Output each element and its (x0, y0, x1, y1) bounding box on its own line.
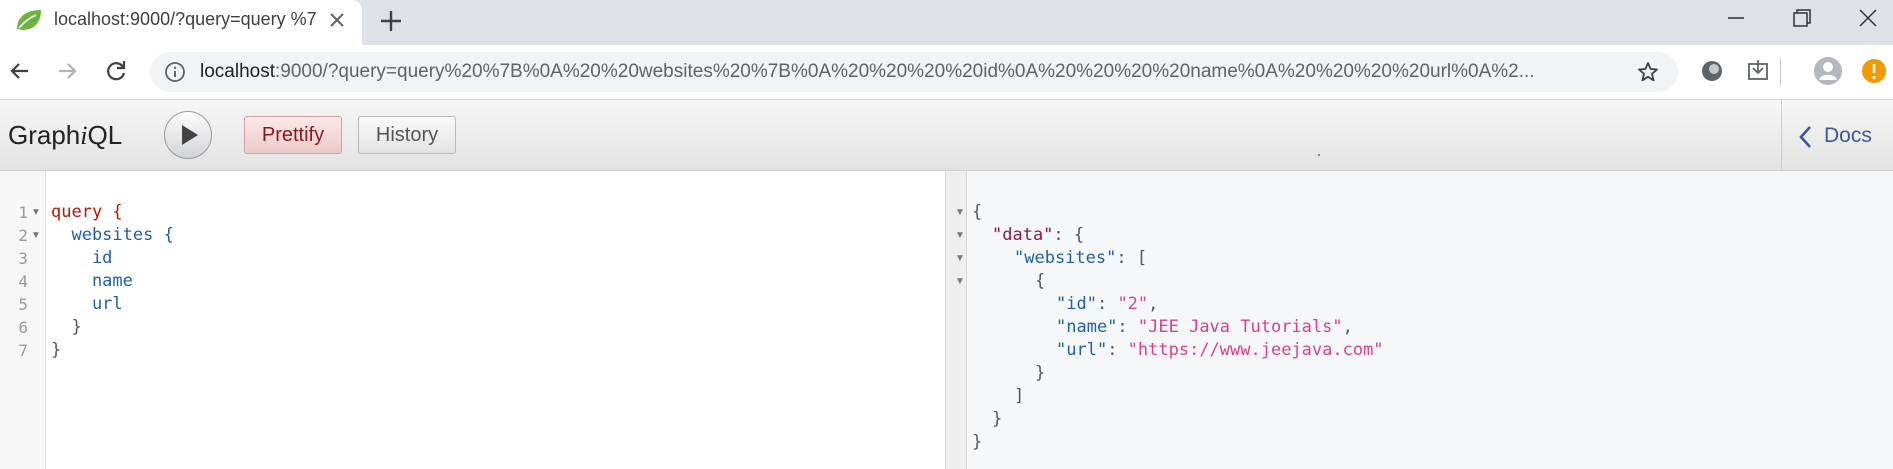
fold-arrow-icon[interactable]: ▼ (955, 247, 965, 270)
fold-arrow-icon[interactable]: ▼ (31, 224, 41, 247)
code-line[interactable]: url (51, 293, 123, 316)
json-brace: } (972, 432, 983, 452)
forward-icon[interactable] (53, 57, 81, 85)
title-part-1: Graph (8, 120, 81, 150)
extension-icon[interactable] (1699, 58, 1725, 84)
json-brace: { (1035, 271, 1046, 291)
line-number: 7 (18, 341, 28, 360)
json-brace: } (1035, 363, 1046, 383)
browser-tab[interactable]: localhost:9000/?query=query %7 (0, 0, 362, 45)
download-icon[interactable] (1745, 58, 1771, 84)
browser-toolbar: localhost:9000/?query=query%20%7B%0A%20%… (0, 45, 1893, 100)
json-line: "name": "JEE Java Tutorials", (1056, 317, 1353, 337)
line-number: 6 (18, 318, 28, 337)
play-icon (182, 125, 198, 145)
reload-icon[interactable] (102, 57, 130, 85)
line-number: 3 (18, 249, 28, 268)
star-icon[interactable] (1636, 60, 1660, 84)
result-viewer: ▼ ▼ ▼ ▼ { "data": { "websites": [ { "id"… (955, 171, 1893, 469)
code-line[interactable]: } (51, 339, 61, 362)
graphiql-topbar: GraphiQL Prettify History Docs (0, 100, 1893, 171)
json-line: "data": { (992, 225, 1085, 245)
json-key-url: "url" (1056, 340, 1108, 360)
restore-icon[interactable] (1790, 6, 1814, 30)
tab-strip: localhost:9000/?query=query %7 (0, 0, 1893, 45)
fold-arrow-icon[interactable]: ▼ (955, 224, 965, 247)
close-icon[interactable] (326, 9, 348, 31)
code-line[interactable]: query { (51, 201, 123, 224)
code-line[interactable]: } (51, 316, 81, 339)
back-icon[interactable] (6, 57, 34, 85)
json-value-url: "https://www.jeejava.com" (1127, 340, 1384, 360)
line-number: 2 (18, 226, 28, 245)
docs-label: Docs (1824, 124, 1872, 147)
address-bar[interactable]: localhost:9000/?query=query%20%7B%0A%20%… (150, 52, 1678, 92)
line-number: 4 (18, 272, 28, 291)
prettify-button[interactable]: Prettify (244, 116, 342, 154)
json-brace: } (992, 409, 1003, 429)
code-line[interactable]: websites { (51, 224, 173, 247)
toolbar-separator (1780, 59, 1781, 85)
title-part-2: i (80, 121, 88, 150)
history-button[interactable]: History (358, 116, 456, 154)
json-key-id: "id" (1056, 294, 1097, 314)
line-number: 1 (18, 203, 28, 222)
json-brace: { (972, 202, 983, 222)
plus-icon[interactable] (378, 8, 404, 34)
title-part-3: QL (87, 120, 123, 150)
fold-arrow-icon[interactable]: ▼ (31, 201, 41, 224)
json-key-websites: "websites" (1014, 248, 1117, 268)
json-value-name: "JEE Java Tutorials" (1137, 317, 1343, 337)
code-line[interactable]: id (51, 247, 112, 270)
line-number-gutter: 1 ▼ 2 ▼ 3 4 5 6 7 (0, 171, 46, 469)
docs-area: Docs (1781, 100, 1893, 170)
execute-query-button[interactable] (164, 111, 212, 159)
tab-title: localhost:9000/?query=query %7 (54, 9, 316, 29)
code-line[interactable]: name (51, 270, 133, 293)
json-line: "id": "2", (1056, 294, 1159, 314)
docs-button[interactable]: Docs (1798, 122, 1888, 150)
fold-arrow-icon[interactable]: ▼ (955, 201, 965, 224)
json-bracket: ] (1014, 386, 1025, 406)
update-icon[interactable] (1861, 58, 1887, 84)
info-icon[interactable] (164, 61, 186, 83)
json-value-id: "2" (1117, 294, 1149, 314)
json-line: "url": "https://www.jeejava.com" (1056, 340, 1384, 360)
fold-arrow-icon[interactable]: ▼ (955, 270, 965, 293)
url-text[interactable]: localhost:9000/?query=query%20%7B%0A%20%… (200, 61, 1610, 83)
stray-dot (1318, 154, 1320, 156)
json-key-name: "name" (1056, 317, 1118, 337)
leaf-favicon-icon (17, 10, 41, 30)
close-window-icon[interactable] (1856, 6, 1880, 30)
json-line: "websites": [ (1014, 248, 1148, 268)
json-key-data: "data" (992, 225, 1054, 245)
graphiql-title: GraphiQL (8, 120, 122, 151)
url-path: :9000/?query=query%20%7B%0A%20%20website… (275, 61, 1535, 82)
line-number: 5 (18, 295, 28, 314)
minimize-icon[interactable] (1724, 6, 1748, 30)
chevron-left-icon (1799, 126, 1811, 148)
avatar-icon[interactable] (1813, 56, 1843, 86)
url-host: localhost (200, 61, 275, 82)
query-editor[interactable]: 1 ▼ 2 ▼ 3 4 5 6 7 query { websites { id … (0, 171, 945, 469)
